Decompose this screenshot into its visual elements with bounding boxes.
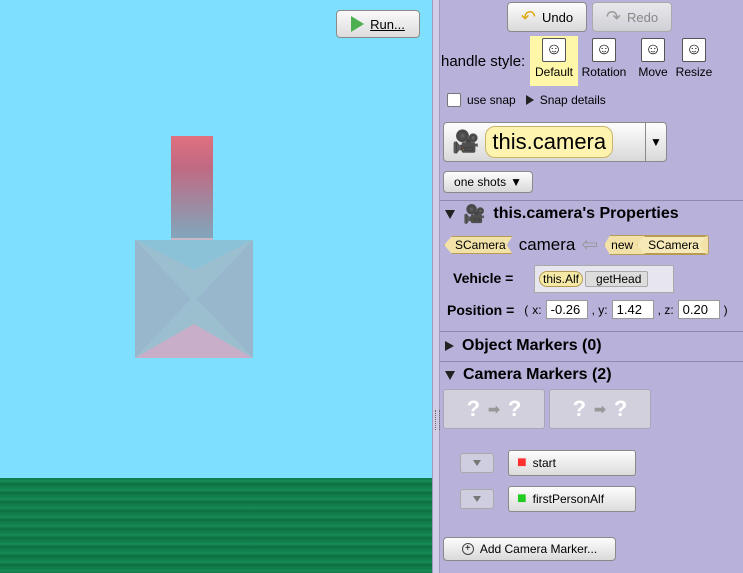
position-z-label: , z:	[657, 302, 674, 317]
redo-label: Redo	[627, 9, 659, 25]
add-camera-marker-button[interactable]: + Add Camera Marker...	[443, 537, 616, 561]
split-pane-divider[interactable]	[432, 0, 440, 573]
camera-selector[interactable]: 🎥 this.camera ▼	[443, 122, 667, 162]
undo-arrow-icon: ↶	[520, 7, 536, 27]
position-x-label: x:	[532, 302, 542, 317]
handle-style-rotation[interactable]: ☺ Rotation	[580, 36, 628, 86]
camera-icon: 🎥	[452, 129, 480, 154]
object-markers-section-header[interactable]: Object Markers (0)	[445, 337, 602, 355]
question-icon: ?	[466, 396, 481, 421]
divider-line	[440, 200, 743, 201]
camera-icon: ■	[517, 490, 527, 507]
snap-row: use snap Snap details	[447, 93, 606, 107]
camera-to-marker-button[interactable]: ? ➡ ?	[549, 389, 651, 429]
body-face-bottom	[135, 324, 253, 358]
undo-label: Undo	[542, 9, 574, 25]
chevron-down-icon	[473, 496, 481, 502]
properties-panel: ↶ Undo ↷ Redo handle style: ☺ Default ☺ …	[440, 0, 743, 573]
divider-line	[440, 361, 743, 362]
scene-object-body[interactable]	[135, 240, 253, 358]
vehicle-label: Vehicle =	[453, 270, 514, 286]
object-markers-header-label: Object Markers (0)	[462, 337, 602, 354]
divider-line	[440, 331, 743, 332]
handle-style-label: handle style:	[441, 53, 526, 70]
properties-header-label: this.camera's Properties	[493, 205, 679, 222]
position-row: Position = ( x: -0.26 , y: 1.42 , z: 0.2…	[447, 300, 728, 319]
one-shots-label: one shots	[454, 175, 507, 189]
undo-button[interactable]: ↶ Undo	[507, 2, 587, 32]
list-item: ■ firstPersonAlf	[460, 486, 636, 512]
rotation-handle-icon: ☺	[592, 38, 616, 62]
new-type-tag: SCamera	[637, 236, 706, 254]
expand-triangle-icon[interactable]	[445, 341, 454, 351]
handle-style-default-label: Default	[534, 65, 574, 79]
run-label: Run...	[370, 16, 405, 32]
chevron-down-icon	[473, 460, 481, 466]
handle-style-default[interactable]: ☺ Default	[530, 36, 578, 86]
position-z-field[interactable]: 0.20	[677, 300, 720, 319]
collapse-triangle-icon[interactable]	[445, 209, 455, 219]
move-handle-icon: ☺	[641, 38, 665, 62]
redo-button[interactable]: ↷ Redo	[592, 2, 672, 32]
camera-selector-value: this.camera	[485, 126, 614, 158]
chevron-down-icon[interactable]: ▼	[645, 123, 666, 161]
position-y-label: , y:	[591, 302, 608, 317]
vehicle-value[interactable]: this.Alf getHead	[534, 265, 674, 293]
scene-view[interactable]: Run...	[0, 0, 432, 573]
properties-section-header[interactable]: 🎥 this.camera's Properties	[445, 205, 679, 223]
snap-details-expand-icon[interactable]	[525, 95, 534, 105]
camera-marker-label: firstPersonAlf	[532, 492, 605, 506]
marker-to-camera-button[interactable]: ? ➡ ?	[443, 389, 545, 429]
camera-marker-firstpersonalf[interactable]: ■ firstPersonAlf	[508, 486, 636, 512]
redo-arrow-icon: ↷	[605, 7, 621, 27]
position-close-paren: )	[723, 302, 728, 317]
right-arrow-icon: ➡	[488, 400, 500, 417]
ground-plane	[0, 478, 432, 573]
position-x-field[interactable]: -0.26	[545, 300, 588, 319]
scene-object-head[interactable]	[171, 136, 213, 240]
variable-name: camera	[518, 235, 576, 254]
question-icon: ?	[572, 396, 587, 421]
snap-details-label[interactable]: Snap details	[540, 93, 606, 107]
run-button[interactable]: Run...	[336, 10, 420, 38]
new-instance-tile[interactable]: new SCamera	[604, 235, 709, 255]
use-snap-label: use snap	[467, 93, 516, 107]
collapse-triangle-icon[interactable]	[445, 370, 455, 380]
position-y-field[interactable]: 1.42	[611, 300, 654, 319]
camera-marker-label: start	[532, 456, 557, 470]
camera-icon: 🎥	[463, 204, 486, 224]
plus-icon: +	[461, 543, 474, 555]
right-arrow-icon: ➡	[594, 400, 606, 417]
handle-style-resize[interactable]: ☺ Resize	[670, 36, 718, 86]
new-keyword: new	[611, 238, 634, 252]
camera-markers-header-label: Camera Markers (2)	[463, 366, 612, 383]
position-label: Position =	[447, 301, 515, 318]
vehicle-target-tile[interactable]: this.Alf	[539, 271, 584, 287]
marker-dropdown-toggle[interactable]	[460, 453, 494, 473]
handle-style-resize-label: Resize	[675, 65, 713, 79]
use-snap-checkbox[interactable]	[447, 93, 461, 107]
resize-handle-icon: ☺	[682, 38, 706, 62]
camera-markers-section-header[interactable]: Camera Markers (2)	[445, 366, 612, 384]
position-open-paren: (	[524, 302, 529, 317]
chevron-down-icon: ▼	[510, 175, 522, 189]
body-face-top	[135, 240, 253, 270]
handle-style-rotation-label: Rotation	[581, 65, 627, 79]
camera-icon: ■	[517, 454, 527, 471]
play-icon	[351, 16, 365, 32]
assign-arrow-icon: ⇦	[581, 234, 599, 256]
camera-marker-start[interactable]: ■ start	[508, 450, 636, 476]
marker-dropdown-toggle[interactable]	[460, 489, 494, 509]
default-handle-icon: ☺	[542, 38, 566, 62]
add-camera-marker-label: Add Camera Marker...	[479, 542, 598, 556]
question-icon: ?	[613, 396, 628, 421]
question-icon: ?	[507, 396, 522, 421]
camera-declaration-row: SCamera camera ⇦ new SCamera	[444, 235, 709, 255]
vehicle-method-tile[interactable]: getHead	[585, 271, 649, 287]
type-tag[interactable]: SCamera	[444, 236, 513, 254]
one-shots-button[interactable]: one shots ▼	[443, 171, 533, 193]
list-item: ■ start	[460, 450, 636, 476]
